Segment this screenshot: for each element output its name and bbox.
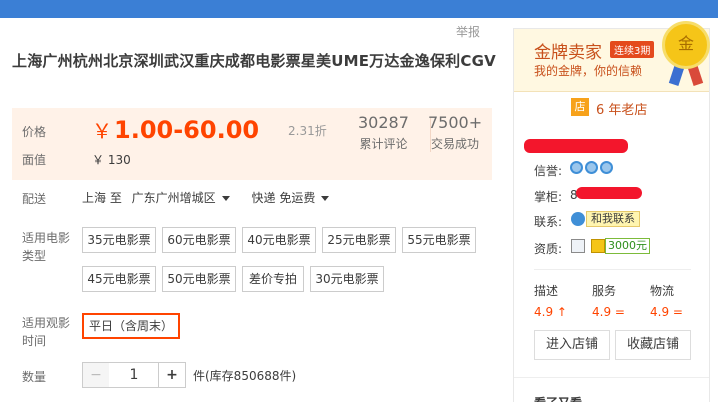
owner-redaction — [576, 187, 642, 199]
delivery-row: 上海 至 广东广州增城区 快递 免运费 — [82, 189, 330, 206]
product-title: 上海广州杭州北京深圳武汉重庆成都电影票星美UME万达金逸保利CGV — [12, 52, 496, 70]
score-value: 4.9 ↑ — [534, 305, 567, 319]
discount-text: 2.31折 — [288, 124, 327, 138]
viewing-time-label: 适用观影时间 — [22, 316, 71, 348]
ticket-type-label: 适用电影类型 — [22, 231, 71, 263]
ticket-option[interactable]: 40元电影票 — [242, 227, 316, 253]
license-icon[interactable] — [571, 239, 585, 253]
sales-label: 交易成功 — [431, 137, 480, 151]
delivery-label: 配送 — [22, 192, 47, 206]
stock-text: 件(库存850688件) — [193, 369, 297, 383]
crown-icon — [600, 161, 613, 174]
enter-shop-button[interactable]: 进入店铺 — [534, 330, 610, 360]
price-range: 1.00-60.00 — [114, 116, 260, 144]
reviews-stat[interactable]: 30287 累计评论 — [358, 113, 409, 152]
shop-icon: 店 — [571, 98, 589, 116]
divider — [514, 377, 709, 378]
ticket-option[interactable]: 55元电影票 — [402, 227, 476, 253]
contact-label: 联系: — [534, 215, 563, 229]
score-name: 服务 — [592, 284, 617, 298]
shop-slogan: 我的金牌，你的信赖 — [534, 64, 643, 78]
ticket-option[interactable]: 25元电影票 — [322, 227, 396, 253]
score-name: 物流 — [650, 284, 675, 298]
divider — [534, 269, 691, 270]
ticket-option[interactable]: 30元电影票 — [310, 266, 384, 292]
quantity-decrease-button[interactable]: − — [82, 362, 110, 388]
crown-icon — [570, 161, 583, 174]
ticket-option[interactable]: 35元电影票 — [82, 227, 156, 253]
score-value: 4.9 = — [650, 305, 683, 319]
chevron-down-icon — [221, 196, 230, 201]
sales-stat: 7500+ 交易成功 — [428, 113, 482, 152]
streak-badge: 连续3期 — [610, 41, 655, 58]
shop-panel: 金牌卖家 连续3期 我的金牌，你的信赖 金 店 6 年老店 信誉: 掌柜: 8 … — [513, 21, 710, 402]
ticket-option[interactable]: 45元电影票 — [82, 266, 156, 292]
credit-label: 信誉: — [534, 164, 563, 178]
crown-icon — [585, 161, 598, 174]
owner-label: 掌柜: — [534, 190, 563, 204]
reviews-count: 30287 — [358, 113, 409, 132]
score-logistics: 物流 4.9 = — [650, 282, 683, 319]
gold-seller-header: 金牌卖家 连续3期 我的金牌，你的信赖 金 店 6 年老店 — [514, 21, 710, 123]
quantity-increase-button[interactable]: + — [158, 362, 186, 388]
price-panel: 价格 ￥1.00-60.00 2.31折 面值 ￥ 130 30287 累计评论… — [12, 108, 492, 180]
gold-medal-icon: 金 — [662, 21, 710, 69]
score-description: 描述 4.9 ↑ — [534, 282, 567, 319]
delivery-destination: 广东广州增城区 — [131, 191, 216, 205]
sales-count: 7500+ — [428, 113, 483, 132]
favorite-shop-button[interactable]: 收藏店铺 — [615, 330, 691, 360]
price-label: 价格 — [22, 125, 47, 139]
qualification-label: 资质: — [534, 242, 563, 256]
contact-button[interactable]: 和我联系 — [586, 211, 640, 227]
ticket-option[interactable]: 50元电影票 — [162, 266, 236, 292]
chevron-down-icon[interactable] — [321, 196, 330, 201]
related-items-heading: 看了又看 — [534, 394, 582, 402]
score-name: 描述 — [534, 284, 559, 298]
shop-name-redaction — [524, 139, 628, 153]
quantity-label: 数量 — [22, 370, 47, 384]
viewing-time-option-selected[interactable]: 平日（含周末） — [82, 313, 180, 339]
top-nav-bar — [0, 0, 718, 18]
quantity-input[interactable]: 1 — [109, 362, 159, 388]
price-symbol: ￥ — [92, 119, 112, 143]
deposit-amount[interactable]: 3000元 — [605, 238, 650, 254]
reviews-label: 累计评论 — [359, 137, 408, 151]
gold-seller-badge: 金牌卖家 — [534, 43, 602, 63]
delivery-method: 快递 免运费 — [251, 191, 316, 205]
score-service: 服务 4.9 = — [592, 282, 625, 319]
face-value-label: 面值 — [22, 153, 47, 167]
shop-age: 6 年老店 — [596, 103, 648, 118]
ticket-option[interactable]: 60元电影票 — [162, 227, 236, 253]
score-value: 4.9 = — [592, 305, 625, 319]
ticket-option[interactable]: 差价专拍 — [242, 266, 304, 292]
credit-rating[interactable] — [570, 160, 615, 174]
chat-icon — [571, 212, 585, 226]
face-value: ￥ 130 — [92, 153, 131, 167]
price-value: ￥1.00-60.00 — [92, 115, 259, 144]
delivery-from: 上海 至 — [82, 191, 122, 205]
report-link[interactable]: 举报 — [456, 23, 480, 40]
delivery-destination-select[interactable]: 广东广州增城区 — [132, 191, 230, 205]
shop-age-row: 店 6 年老店 — [514, 91, 709, 123]
deposit-icon[interactable] — [591, 239, 605, 253]
